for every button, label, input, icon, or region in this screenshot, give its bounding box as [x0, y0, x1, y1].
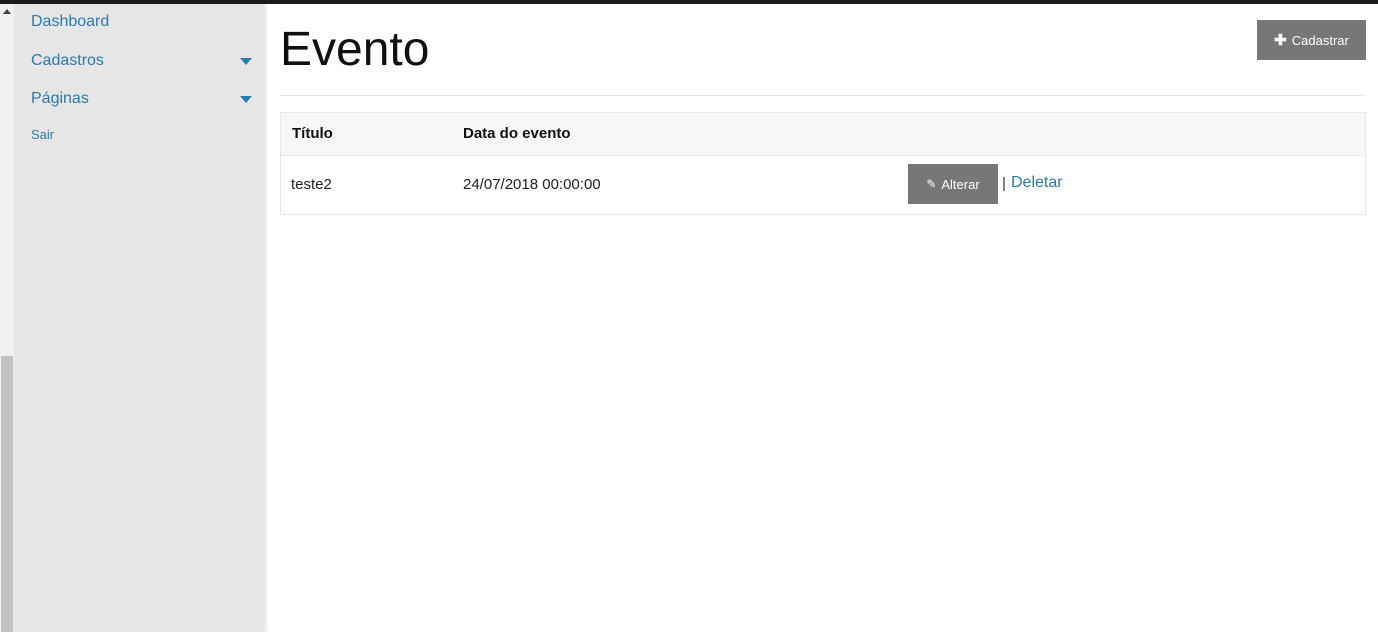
plus-icon: ✚: [1274, 31, 1287, 49]
cell-titulo: teste2: [291, 176, 332, 193]
scroll-up-arrow-icon[interactable]: [3, 9, 11, 14]
add-button-label: Cadastrar: [1291, 32, 1349, 48]
sidebar-item-label: Dashboard: [31, 13, 110, 30]
sidebar: Dashboard Cadastros Páginas Sair: [14, 4, 264, 632]
sidebar-item-paginas[interactable]: Páginas: [31, 90, 254, 108]
add-button[interactable]: ✚ Cadastrar: [1257, 20, 1366, 60]
pencil-icon: ✎: [926, 177, 937, 191]
sidebar-item-cadastros[interactable]: Cadastros: [31, 52, 254, 70]
sidebar-item-sair[interactable]: Sair: [31, 127, 254, 142]
edit-button-label: Alterar: [941, 176, 980, 192]
caret-down-icon: [240, 58, 252, 65]
column-header-data: Data do evento: [463, 125, 571, 142]
header-divider: [280, 95, 1366, 96]
scrollbar-thumb[interactable]: [1, 356, 13, 632]
vertical-scrollbar[interactable]: [0, 4, 14, 632]
delete-link[interactable]: Deletar: [1011, 174, 1063, 192]
table-header: Título Data do evento: [281, 113, 1365, 156]
sidebar-item-label: Cadastros: [31, 52, 104, 69]
cell-data: 24/07/2018 00:00:00: [463, 176, 601, 193]
main-content: Evento ✚ Cadastrar Título Data do evento…: [264, 4, 1378, 632]
edit-button[interactable]: ✎ Alterar: [908, 164, 998, 204]
sidebar-item-label: Sair: [31, 127, 55, 142]
caret-down-icon: [240, 96, 252, 103]
action-separator: |: [1002, 175, 1006, 192]
events-table: Título Data do evento teste2 24/07/2018 …: [280, 112, 1366, 215]
sidebar-item-label: Páginas: [31, 90, 89, 107]
sidebar-item-dashboard[interactable]: Dashboard: [31, 13, 254, 31]
column-header-titulo: Título: [292, 125, 333, 142]
table-row: teste2 24/07/2018 00:00:00 ✎ Alterar | D…: [281, 156, 1365, 214]
page-title: Evento: [280, 23, 430, 76]
